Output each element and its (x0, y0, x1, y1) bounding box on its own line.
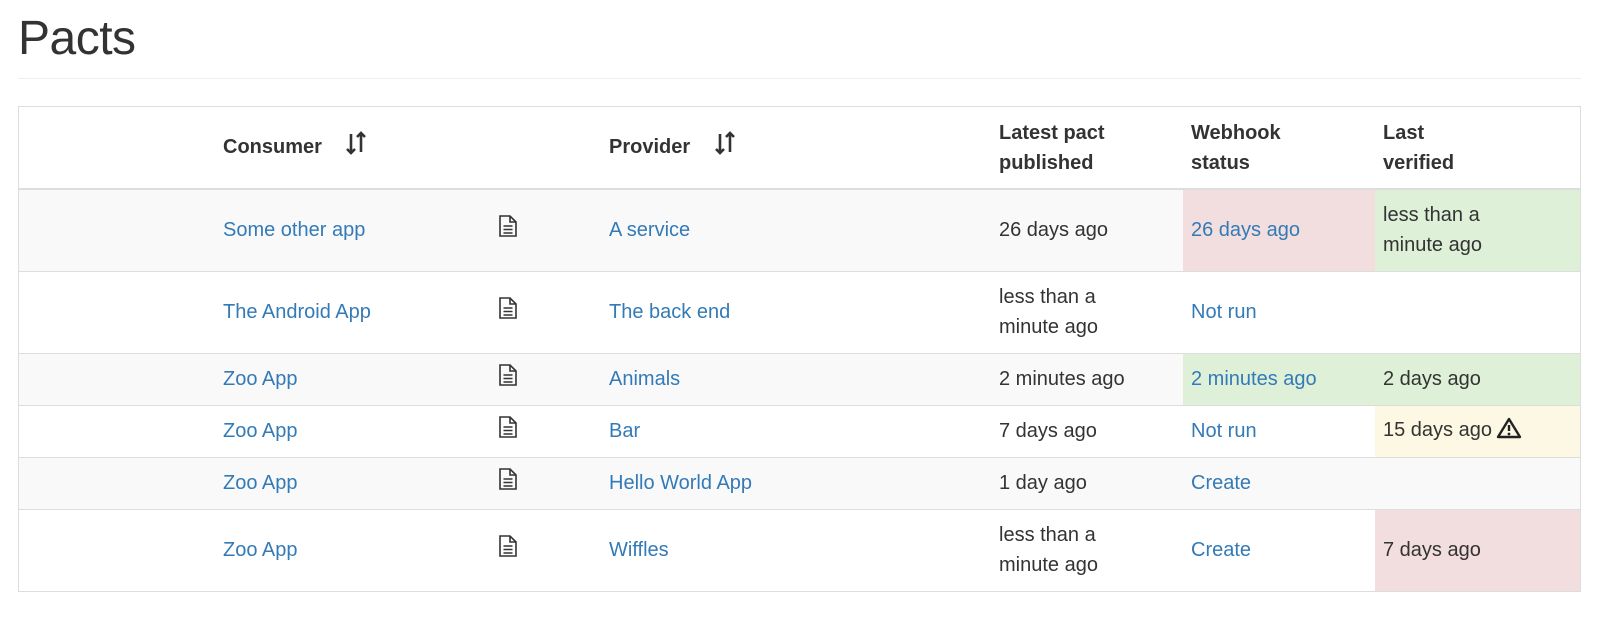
row-spacer (19, 353, 223, 405)
page-title: Pacts (18, 12, 136, 65)
published-cell: 26 days ago (999, 219, 1108, 242)
document-icon[interactable] (497, 214, 519, 247)
webhook-status-link[interactable]: Not run (1191, 301, 1257, 323)
header-webhook-line2: status (1191, 151, 1250, 174)
published-line2: minute ago (999, 554, 1098, 577)
row-spacer (19, 405, 223, 457)
webhook-status-cell: Create (1183, 509, 1375, 591)
consumer-link[interactable]: Zoo App (223, 420, 298, 442)
provider-link[interactable]: Hello World App (609, 472, 752, 494)
pacts-table-container: Consumer Provider Latest pact published … (18, 106, 1581, 592)
table-header-row: Consumer Provider Latest pact published … (19, 107, 1580, 189)
last-verified-cell (1375, 271, 1580, 353)
sort-arrows-icon[interactable] (714, 131, 736, 164)
published-cell: 2 minutes ago (999, 368, 1125, 390)
table-row: Zoo App Animals 2 minutes ago 2 minutes … (19, 353, 1580, 405)
provider-link[interactable]: Wiffles (609, 539, 669, 561)
last-verified-line2: minute ago (1383, 234, 1482, 257)
webhook-status-cell: 2 minutes ago (1183, 353, 1375, 405)
header-webhook-line1: Webhook (1191, 121, 1281, 144)
page: Pacts Consumer Provider Latest pact publ… (0, 0, 1600, 592)
table-row: The Android App The back end less than a… (19, 271, 1580, 353)
provider-link[interactable]: Animals (609, 368, 680, 390)
last-verified-cell: 15 days ago (1375, 405, 1580, 457)
header-verified-line2: verified (1383, 151, 1455, 174)
header-consumer[interactable]: Consumer (223, 107, 479, 189)
consumer-link[interactable]: Zoo App (223, 368, 298, 390)
consumer-link[interactable]: Some other app (223, 219, 365, 241)
header-doc-spacer (479, 107, 609, 189)
published-line1: less than a (999, 524, 1096, 547)
row-spacer (19, 457, 223, 509)
webhook-status-link[interactable]: 2 minutes ago (1191, 368, 1317, 390)
document-icon[interactable] (497, 467, 519, 500)
row-spacer (19, 509, 223, 591)
webhook-create-link[interactable]: Create (1191, 472, 1251, 494)
row-spacer (19, 189, 223, 271)
document-icon[interactable] (497, 534, 519, 567)
published-line2: minute ago (999, 316, 1098, 338)
table-row: Zoo App Wiffles less than a minute ago C… (19, 509, 1580, 591)
last-verified-cell: less than a minute ago (1375, 189, 1580, 271)
webhook-status-cell: Not run (1183, 405, 1375, 457)
provider-link[interactable]: Bar (609, 420, 640, 442)
table-row: Zoo App Bar 7 days ago Not run 15 days a… (19, 405, 1580, 457)
table-row: Some other app A service 26 days ago 26 … (19, 189, 1580, 271)
header-provider-label: Provider (609, 136, 691, 158)
document-icon[interactable] (497, 415, 519, 448)
sort-arrows-icon[interactable] (345, 131, 367, 164)
header-consumer-label: Consumer (223, 136, 322, 158)
title-divider (18, 78, 1581, 79)
header-latest-pact-published: Latest pact published (991, 107, 1183, 189)
webhook-create-link[interactable]: Create (1191, 539, 1251, 561)
header-spacer (19, 107, 223, 189)
webhook-status-cell: Create (1183, 457, 1375, 509)
row-spacer (19, 271, 223, 353)
table-row: Zoo App Hello World App 1 day ago Create (19, 457, 1580, 509)
header-published-line2: published (999, 151, 1094, 174)
last-verified-line1: less than a (1383, 204, 1480, 227)
header-verified-line1: Last (1383, 121, 1425, 144)
consumer-link[interactable]: The Android App (223, 301, 371, 323)
published-cell: 7 days ago (999, 420, 1097, 442)
last-verified-cell (1375, 457, 1580, 509)
consumer-link[interactable]: Zoo App (223, 539, 298, 561)
provider-link[interactable]: A service (609, 219, 690, 241)
pacts-table: Consumer Provider Latest pact published … (19, 107, 1580, 591)
last-verified-cell: 2 days ago (1375, 353, 1580, 405)
header-webhook-status: Webhook status (1183, 107, 1375, 189)
header-provider[interactable]: Provider (609, 107, 991, 189)
document-icon[interactable] (497, 363, 519, 396)
webhook-status-cell: Not run (1183, 271, 1375, 353)
header-published-line1: Latest pact (999, 121, 1105, 144)
published-line1: less than a (999, 286, 1096, 308)
consumer-link[interactable]: Zoo App (223, 472, 298, 494)
published-cell: 1 day ago (999, 472, 1087, 494)
published-cell: less than a minute ago (991, 271, 1183, 353)
document-icon[interactable] (497, 296, 519, 329)
header-last-verified: Last verified (1375, 107, 1580, 189)
webhook-status-link[interactable]: Not run (1191, 420, 1257, 442)
published-cell: less than a minute ago (991, 509, 1183, 591)
last-verified-cell: 7 days ago (1375, 509, 1580, 591)
provider-link[interactable]: The back end (609, 301, 730, 323)
warning-triangle-icon[interactable] (1496, 417, 1522, 448)
webhook-status-cell: 26 days ago (1183, 189, 1375, 271)
last-verified-text: 15 days ago (1383, 418, 1492, 441)
webhook-status-link[interactable]: 26 days ago (1191, 219, 1300, 241)
